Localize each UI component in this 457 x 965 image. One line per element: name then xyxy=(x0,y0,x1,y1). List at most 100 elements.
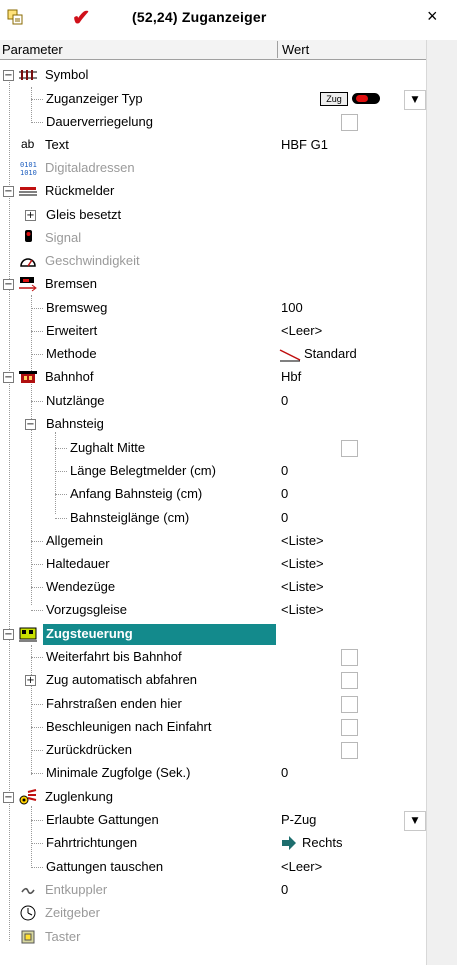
tree-row-nutzlaenge[interactable]: Nutzlänge 0 xyxy=(0,390,426,413)
tree-row-wendezuege[interactable]: Wendezüge <Liste> xyxy=(0,576,426,599)
collapse-toggle[interactable]: − xyxy=(3,279,14,290)
tree-row-bahnsteiglaenge[interactable]: Bahnsteiglänge (cm) 0 xyxy=(0,507,426,530)
label-geschwindigkeit: Geschwindigkeit xyxy=(45,253,140,268)
tree-row-min-zugfolge[interactable]: Minimale Zugfolge (Sek.) 0 xyxy=(0,762,426,785)
gattungen-dropdown[interactable]: ▼ xyxy=(404,811,426,831)
tree-row-zughalt-mitte[interactable]: Zughalt Mitte xyxy=(0,437,426,460)
tree-row-bremsen[interactable]: − Bremsen xyxy=(0,273,426,296)
value-methode[interactable]: Standard xyxy=(304,346,357,361)
tree-row-symbol[interactable]: − Symbol xyxy=(0,64,426,87)
tree-row-zuglenkung[interactable]: − Zuglenkung xyxy=(0,786,426,809)
collapse-toggle[interactable]: − xyxy=(3,186,14,197)
expand-toggle[interactable]: + xyxy=(25,675,36,686)
value-wendezuege[interactable]: <Liste> xyxy=(281,579,324,594)
value-gattungen-tauschen[interactable]: <Leer> xyxy=(281,859,322,874)
tree-row-weiterfahrt[interactable]: Weiterfahrt bis Bahnhof xyxy=(0,646,426,669)
tree-row-vorzugsgleise[interactable]: Vorzugsgleise <Liste> xyxy=(0,599,426,622)
tree-row-fahrstrassen-enden[interactable]: Fahrstraßen enden hier xyxy=(0,693,426,716)
collapse-toggle[interactable]: − xyxy=(3,372,14,383)
tree-row-allgemein[interactable]: Allgemein <Liste> xyxy=(0,530,426,553)
tree-row-zeitgeber[interactable]: Zeitgeber xyxy=(0,902,426,925)
tree-row-erlaubte-gattungen[interactable]: Erlaubte Gattungen P-Zug ▼ xyxy=(0,809,426,832)
value-anfang-bahnsteig[interactable]: 0 xyxy=(281,486,288,501)
tree-row-fahrtrichtungen[interactable]: Fahrtrichtungen Rechts xyxy=(0,832,426,855)
value-allgemein[interactable]: <Liste> xyxy=(281,533,324,548)
tree-row-laenge-belegtmelder[interactable]: Länge Belegtmelder (cm) 0 xyxy=(0,460,426,483)
checkbox-dauerverriegelung[interactable] xyxy=(341,114,358,131)
tree-row-zuganzeiger-typ[interactable]: Zuganzeiger Typ Zug ▼ xyxy=(0,88,426,111)
speedometer-icon xyxy=(20,258,36,267)
tree-row-text[interactable]: ab Text HBF G1 xyxy=(0,134,426,157)
tree-row-bremsweg[interactable]: Bremsweg 100 xyxy=(0,297,426,320)
value-nutzlaenge[interactable]: 0 xyxy=(281,393,288,408)
checkbox-zurueckdruecken[interactable] xyxy=(341,742,358,759)
checkmark-icon[interactable]: ✔ xyxy=(72,5,90,31)
column-divider[interactable] xyxy=(277,41,278,58)
tree-row-bahnhof[interactable]: − Bahnhof Hbf xyxy=(0,366,426,389)
collapse-toggle[interactable]: − xyxy=(3,792,14,803)
checkbox-zug-auto-abfahren[interactable] xyxy=(341,672,358,689)
feedback-sensor-icon xyxy=(19,187,37,196)
tree-row-zugsteuerung[interactable]: − Zugsteuerung xyxy=(0,623,426,646)
tree-row-digitaladressen[interactable]: 0101 1010 Digitaladressen xyxy=(0,157,426,180)
label-dauerverriegelung: Dauerverriegelung xyxy=(46,114,153,129)
label-fahrstrassen-enden: Fahrstraßen enden hier xyxy=(46,696,182,711)
chevron-down-icon: ▼ xyxy=(411,95,419,105)
tree-row-erweitert[interactable]: Erweitert <Leer> xyxy=(0,320,426,343)
tree-row-zug-auto-abfahren[interactable]: + Zug automatisch abfahren xyxy=(0,669,426,692)
tree-row-taster[interactable]: Taster xyxy=(0,926,426,949)
value-vorzugsgleise[interactable]: <Liste> xyxy=(281,602,324,617)
label-anfang-bahnsteig: Anfang Bahnsteig (cm) xyxy=(70,486,203,501)
zug-badge: Zug xyxy=(320,92,348,106)
label-zugsteuerung: Zugsteuerung xyxy=(46,626,133,641)
brake-curve-icon xyxy=(279,349,301,362)
value-min-zugfolge[interactable]: 0 xyxy=(281,765,288,780)
label-rueckmelder: Rückmelder xyxy=(45,183,115,198)
tree-row-haltedauer[interactable]: Haltedauer <Liste> xyxy=(0,553,426,576)
tree-row-entkuppler[interactable]: Entkuppler 0 xyxy=(0,879,426,902)
tree-row-zurueckdruecken[interactable]: Zurückdrücken xyxy=(0,739,426,762)
scrollbar-area[interactable] xyxy=(426,40,457,965)
value-haltedauer[interactable]: <Liste> xyxy=(281,556,324,571)
train-control-icon xyxy=(19,627,37,642)
collapse-toggle[interactable]: − xyxy=(3,70,14,81)
value-bremsweg[interactable]: 100 xyxy=(281,300,303,315)
header-parameter[interactable]: Parameter xyxy=(2,42,63,57)
tree-row-gattungen-tauschen[interactable]: Gattungen tauschen <Leer> xyxy=(0,856,426,879)
checkbox-fahrstrassen-enden[interactable] xyxy=(341,696,358,713)
tree-row-anfang-bahnsteig[interactable]: Anfang Bahnsteig (cm) 0 xyxy=(0,483,426,506)
tree-row-gleis-besetzt[interactable]: + Gleis besetzt xyxy=(0,204,426,227)
checkbox-zughalt-mitte[interactable] xyxy=(341,440,358,457)
value-bahnsteiglaenge[interactable]: 0 xyxy=(281,510,288,525)
tree-row-methode[interactable]: Methode Standard xyxy=(0,343,426,366)
label-bahnsteiglaenge: Bahnsteiglänge (cm) xyxy=(70,510,190,525)
label-beschleunigen: Beschleunigen nach Einfahrt xyxy=(46,719,212,734)
collapse-toggle[interactable]: − xyxy=(25,419,36,430)
tree-row-rueckmelder[interactable]: − Rückmelder xyxy=(0,180,426,203)
checkbox-beschleunigen[interactable] xyxy=(341,719,358,736)
expand-toggle[interactable]: + xyxy=(25,210,36,221)
typ-dropdown[interactable]: ▼ xyxy=(404,90,426,110)
label-zuganzeiger-typ: Zuganzeiger Typ xyxy=(46,91,143,106)
tree-row-geschwindigkeit[interactable]: Geschwindigkeit xyxy=(0,250,426,273)
header-wert[interactable]: Wert xyxy=(282,42,309,57)
value-erweitert[interactable]: <Leer> xyxy=(281,323,322,338)
label-bahnhof: Bahnhof xyxy=(45,369,94,384)
tree-row-bahnsteig[interactable]: − Bahnsteig xyxy=(0,413,426,436)
label-entkuppler: Entkuppler xyxy=(45,882,108,897)
tree-row-dauerverriegelung[interactable]: Dauerverriegelung xyxy=(0,111,426,134)
tree-row-signal[interactable]: Signal xyxy=(0,227,426,250)
value-erlaubte-gattungen[interactable]: P-Zug xyxy=(281,812,316,827)
value-bahnhof[interactable]: Hbf xyxy=(281,369,301,384)
label-laenge-belegtmelder: Länge Belegtmelder (cm) xyxy=(70,463,216,478)
value-text[interactable]: HBF G1 xyxy=(281,137,328,152)
value-entkuppler[interactable]: 0 xyxy=(281,882,288,897)
value-fahrtrichtungen[interactable]: Rechts xyxy=(302,835,342,850)
label-nutzlaenge: Nutzlänge xyxy=(46,393,105,408)
checkbox-weiterfahrt[interactable] xyxy=(341,649,358,666)
tree-row-beschleunigen[interactable]: Beschleunigen nach Einfahrt xyxy=(0,716,426,739)
label-signal: Signal xyxy=(45,230,82,245)
close-icon[interactable]: × xyxy=(427,6,438,26)
collapse-toggle[interactable]: − xyxy=(3,629,14,640)
value-laenge-belegtmelder[interactable]: 0 xyxy=(281,463,288,478)
